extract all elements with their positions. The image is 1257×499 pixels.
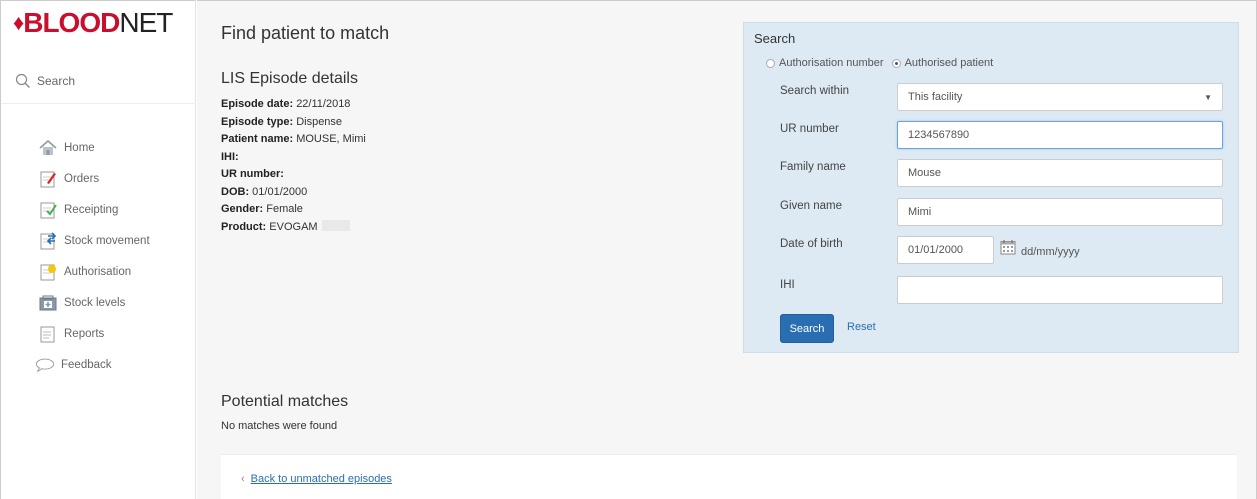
back-link[interactable]: ‹ Back to unmatched episodes	[241, 473, 392, 485]
family-name-input[interactable]: Mouse	[897, 159, 1223, 187]
authorisation-number-radio[interactable]	[766, 58, 775, 68]
ihi-input[interactable]	[897, 276, 1223, 304]
date-of-birth-label: Date of birth	[780, 238, 843, 250]
sidebar-item-label: Feedback	[61, 358, 112, 371]
sidebar: ♦BLOODNET Search Home Orders Receipting	[0, 0, 196, 499]
patient-name-row: Patient name: MOUSE, Mimi	[221, 133, 366, 145]
episode-date-value: 22/11/2018	[296, 98, 351, 110]
episode-type-row: Episode type: Dispense	[221, 115, 343, 128]
sidebar-item-authorisation[interactable]: Authorisation	[1, 256, 196, 287]
search-button[interactable]: Search	[780, 314, 834, 343]
potential-matches-title: Potential matches	[221, 393, 349, 410]
main-content: Find patient to match LIS Episode detail…	[197, 0, 1257, 499]
stock-levels-icon	[38, 293, 58, 313]
product-row: Product: EVOGAM	[221, 219, 366, 237]
footer-bar: ‹ Back to unmatched episodes	[221, 454, 1237, 499]
authorised-patient-radio[interactable]	[891, 58, 901, 68]
sidebar-item-label: Reports	[64, 327, 105, 340]
given-name-label: Given name	[780, 200, 843, 212]
ihi-label: IHI	[780, 279, 795, 291]
redacted-block	[321, 219, 350, 231]
no-matches-text: No matches were found	[221, 420, 338, 432]
family-name-label: Family name	[780, 161, 846, 173]
sidebar-item-stock-movement[interactable]: Stock movement	[1, 225, 196, 256]
episode-details: Episode date: 22/11/2018 Episode type: D…	[221, 96, 366, 236]
gender-row: Gender: Female	[221, 203, 303, 215]
search-within-label: Search within	[780, 85, 850, 97]
page-title: Find patient to match	[221, 23, 390, 43]
search-type-radios: Authorisation number Authorised patient	[766, 57, 1001, 69]
sidebar-search[interactable]: Search	[15, 67, 185, 95]
given-name-input[interactable]: Mimi	[897, 198, 1223, 226]
chevron-down-icon: ▼	[1204, 92, 1212, 102]
episode-date-row: Episode date: 22/11/2018	[221, 98, 351, 110]
search-panel-title: Search	[754, 31, 796, 46]
sidebar-item-orders[interactable]: Orders	[1, 163, 196, 194]
feedback-icon	[35, 355, 55, 375]
authorised-patient-label[interactable]: Authorised patient	[905, 57, 994, 69]
episode-type-value: Dispense	[296, 115, 343, 128]
ihi-row: IHI:	[221, 150, 239, 163]
ur-number-label: UR number	[780, 123, 839, 135]
search-icon	[15, 73, 30, 88]
ur-number-row: UR number:	[221, 168, 284, 180]
sidebar-item-feedback[interactable]: Feedback	[1, 349, 196, 380]
dob-value: 01/01/2000	[252, 185, 308, 198]
bloodnet-logo[interactable]: ♦BLOODNET	[13, 7, 173, 39]
reports-icon	[38, 324, 58, 344]
authorisation-icon	[38, 262, 58, 282]
sidebar-search-label: Search	[37, 74, 76, 88]
chevron-left-icon: ‹	[241, 473, 245, 485]
lis-episode-title: LIS Episode details	[221, 70, 358, 87]
sidebar-item-home[interactable]: Home	[1, 132, 196, 163]
search-within-value: This facility	[908, 91, 963, 103]
sidebar-item-label: Orders	[64, 172, 100, 185]
home-icon	[38, 138, 58, 158]
blood-drop-icon: ♦	[13, 10, 24, 35]
stock-movement-icon	[38, 231, 58, 251]
sidebar-item-receipting[interactable]: Receipting	[1, 194, 196, 225]
sidebar-item-label: Stock movement	[64, 234, 150, 247]
receipting-icon	[38, 200, 58, 220]
authorisation-number-label[interactable]: Authorisation number	[779, 57, 884, 69]
search-within-select[interactable]: This facility ▼	[897, 83, 1223, 111]
calendar-icon[interactable]	[1000, 239, 1016, 255]
back-link-label: Back to unmatched episodes	[250, 473, 392, 485]
date-format-hint: dd/mm/yyyy	[1021, 246, 1080, 258]
sidebar-item-label: Stock levels	[64, 296, 126, 309]
sidebar-item-stock-levels[interactable]: Stock levels	[1, 287, 196, 318]
gender-value: Female	[266, 203, 303, 215]
date-of-birth-input[interactable]: 01/01/2000	[897, 236, 994, 264]
patient-name-value: MOUSE, Mimi	[296, 133, 366, 145]
dob-row: DOB: 01/01/2000	[221, 185, 308, 198]
ur-number-input[interactable]: 1234567890	[897, 121, 1223, 149]
sidebar-item-label: Home	[64, 141, 95, 154]
reset-link[interactable]: Reset	[847, 321, 876, 333]
orders-icon	[38, 169, 58, 189]
sidebar-item-label: Authorisation	[64, 265, 132, 278]
sidebar-item-reports[interactable]: Reports	[1, 318, 196, 349]
sidebar-item-label: Receipting	[64, 203, 119, 216]
product-value: EVOGAM	[269, 220, 318, 233]
sidebar-nav: Home Orders Receipting Stock movement Au…	[1, 132, 196, 380]
search-panel: Search Authorisation number Authorised p…	[743, 22, 1239, 353]
sidebar-divider	[1, 103, 196, 104]
